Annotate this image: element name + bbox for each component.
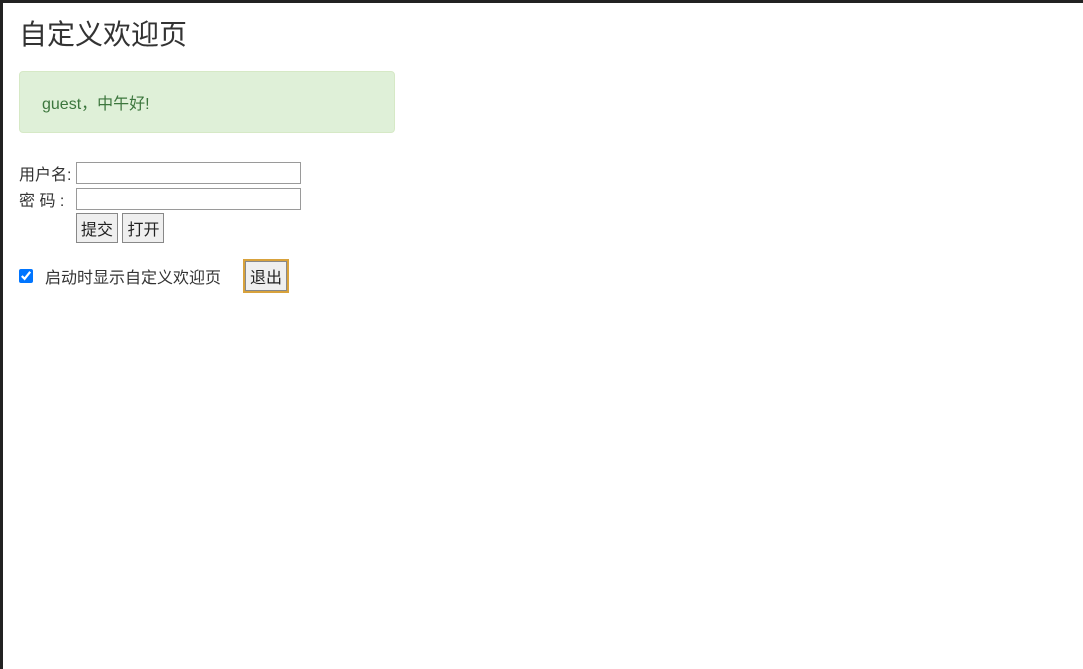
submit-button[interactable]: 提交 <box>76 213 118 243</box>
password-label: 密 码 : <box>19 187 76 211</box>
exit-button[interactable]: 退出 <box>245 261 287 291</box>
username-label: 用户名: <box>19 161 76 185</box>
login-form: 用户名: 密 码 : 提交 打开 <box>19 161 1067 243</box>
form-button-row: 提交 打开 <box>76 213 1067 243</box>
show-welcome-wrap: 启动时显示自定义欢迎页 <box>19 264 221 288</box>
show-welcome-label: 启动时显示自定义欢迎页 <box>45 264 221 288</box>
password-input[interactable] <box>76 188 301 210</box>
open-button[interactable]: 打开 <box>122 213 164 243</box>
footer-row: 启动时显示自定义欢迎页 退出 <box>19 261 1067 291</box>
greeting-text: guest，中午好! <box>42 96 150 113</box>
page-title: 自定义欢迎页 <box>19 13 1067 53</box>
username-row: 用户名: <box>19 161 1067 185</box>
username-input[interactable] <box>76 162 301 184</box>
show-welcome-checkbox[interactable] <box>19 269 33 283</box>
password-row: 密 码 : <box>19 187 1067 211</box>
greeting-banner: guest，中午好! <box>19 71 395 133</box>
